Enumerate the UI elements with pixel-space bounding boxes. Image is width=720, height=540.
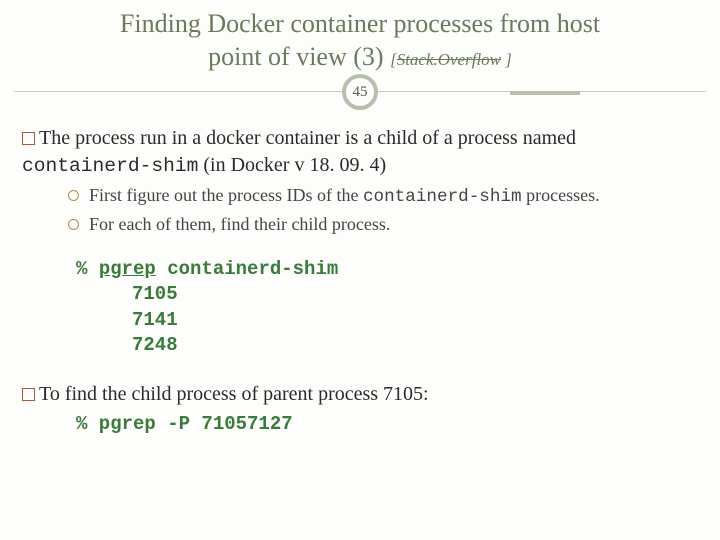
slide: Finding Docker container processes from … <box>0 0 720 540</box>
title-line-1: Finding Docker container processes from … <box>30 8 690 41</box>
divider-row: 45 <box>0 77 720 113</box>
output-line: 7248 <box>76 333 698 359</box>
title-line-2: point of view (3) [Stack.Overflow ] <box>30 41 690 74</box>
slide-title: Finding Docker container processes from … <box>0 0 720 73</box>
page-number-badge: 45 <box>342 74 378 110</box>
square-bullet-icon <box>22 132 35 145</box>
output-line: 7141 <box>76 308 698 334</box>
square-bullet-icon <box>22 388 35 401</box>
paragraph-1: The process run in a docker container is… <box>22 125 698 179</box>
citation: [Stack.Overflow ] <box>390 50 512 69</box>
circle-bullet-icon <box>68 219 79 230</box>
title-line-2-text: point of view (3) <box>208 42 390 71</box>
inline-code: containerd-shim <box>22 155 198 177</box>
output-line: 7105 <box>76 282 698 308</box>
command-line: pgrep -P 71057127 <box>87 413 292 435</box>
paragraph-2: To find the child process of parent proc… <box>22 381 698 408</box>
shell-prompt: % <box>76 413 87 435</box>
inline-code: containerd-shim <box>363 187 522 207</box>
command: pgrep <box>99 258 156 280</box>
circle-bullet-icon <box>68 190 79 201</box>
command-arg: containerd-shim <box>167 258 338 280</box>
citation-link[interactable]: Stack.Overflow <box>397 50 501 69</box>
content-area: The process run in a docker container is… <box>0 113 720 448</box>
code-block-2: % pgrep -P 71057127 <box>22 408 698 438</box>
sub-list: First figure out the process IDs of the … <box>22 179 698 246</box>
sub-item-1: First figure out the process IDs of the … <box>68 183 698 210</box>
shell-prompt: % <box>76 258 87 280</box>
sub-item-2: For each of them, find their child proce… <box>68 212 698 236</box>
code-block-1: % pgrep containerd-shim 7105 7141 7248 <box>22 247 698 372</box>
code-line: % pgrep containerd-shim <box>76 257 698 283</box>
page-number: 45 <box>353 84 368 101</box>
divider-accent <box>510 91 580 95</box>
